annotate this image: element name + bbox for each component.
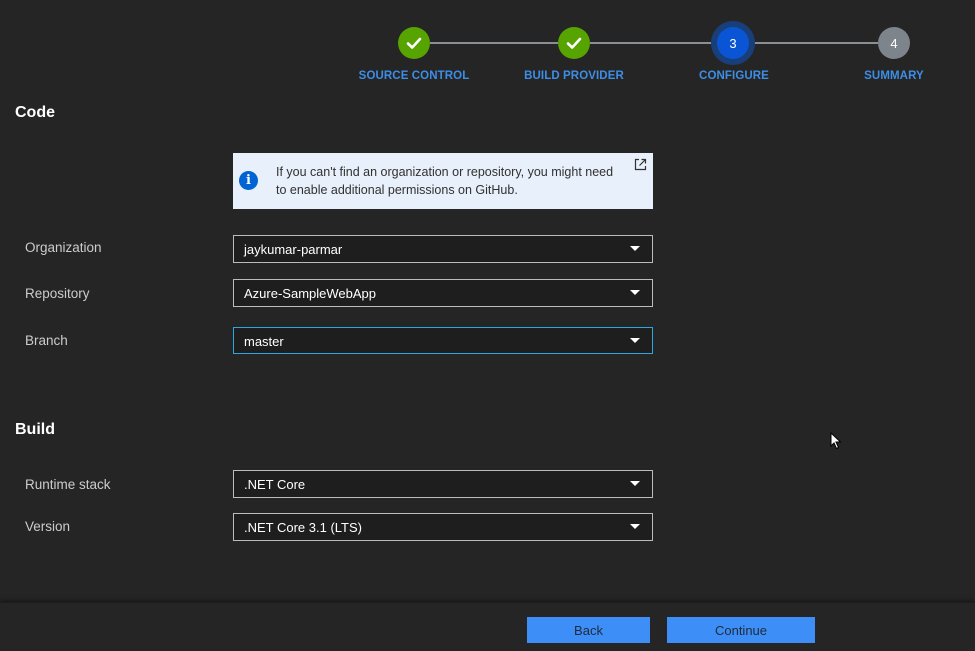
info-icon: i xyxy=(239,171,258,190)
step-label-configure: CONFIGURE xyxy=(699,70,769,82)
step-source-control-check-icon[interactable] xyxy=(398,27,430,59)
step-build-provider-check-icon[interactable] xyxy=(558,27,590,59)
chevron-down-icon xyxy=(630,246,640,251)
step-label-build-provider[interactable]: BUILD PROVIDER xyxy=(504,70,644,82)
branch-label: Branch xyxy=(25,333,68,348)
external-link-icon[interactable] xyxy=(634,158,647,171)
runtime-stack-value: .NET Core xyxy=(244,477,306,492)
wizard-footer: Back Continue xyxy=(0,602,975,651)
repository-label: Repository xyxy=(25,286,90,301)
step-connector xyxy=(750,42,878,44)
chevron-down-icon xyxy=(630,481,640,486)
organization-value: jaykumar-parmar xyxy=(244,242,343,257)
organization-label: Organization xyxy=(25,240,102,255)
section-title-code: Code xyxy=(15,104,55,121)
version-label: Version xyxy=(25,519,71,534)
version-value: .NET Core 3.1 (LTS) xyxy=(244,520,362,535)
info-message-box: i If you can't find an organization or r… xyxy=(233,153,653,209)
runtime-stack-dropdown[interactable]: .NET Core xyxy=(233,470,653,498)
branch-dropdown[interactable]: master xyxy=(233,327,653,354)
organization-dropdown[interactable]: jaykumar-parmar xyxy=(233,235,653,263)
branch-value: master xyxy=(244,334,284,349)
step-label-source-control[interactable]: SOURCE CONTROL xyxy=(344,70,484,82)
step-label-summary: SUMMARY xyxy=(864,70,924,82)
mouse-cursor-icon xyxy=(830,432,842,450)
repository-value: Azure-SampleWebApp xyxy=(244,286,376,301)
wizard-stepper: SOURCE CONTROL BUILD PROVIDER 3 CONFIGUR… xyxy=(0,0,975,100)
step-connector xyxy=(590,42,718,44)
runtime-stack-label: Runtime stack xyxy=(25,477,111,492)
step-configure-number: 3 xyxy=(717,27,749,59)
step-summary-number: 4 xyxy=(878,27,910,59)
repository-dropdown[interactable]: Azure-SampleWebApp xyxy=(233,279,653,307)
info-message-text: If you can't find an organization or rep… xyxy=(276,165,614,197)
section-title-build: Build xyxy=(15,421,55,438)
version-dropdown[interactable]: .NET Core 3.1 (LTS) xyxy=(233,513,653,541)
chevron-down-icon xyxy=(630,338,640,343)
chevron-down-icon xyxy=(630,524,640,529)
continue-button[interactable]: Continue xyxy=(667,617,815,643)
chevron-down-icon xyxy=(630,290,640,295)
step-connector xyxy=(430,42,558,44)
back-button[interactable]: Back xyxy=(527,617,650,643)
